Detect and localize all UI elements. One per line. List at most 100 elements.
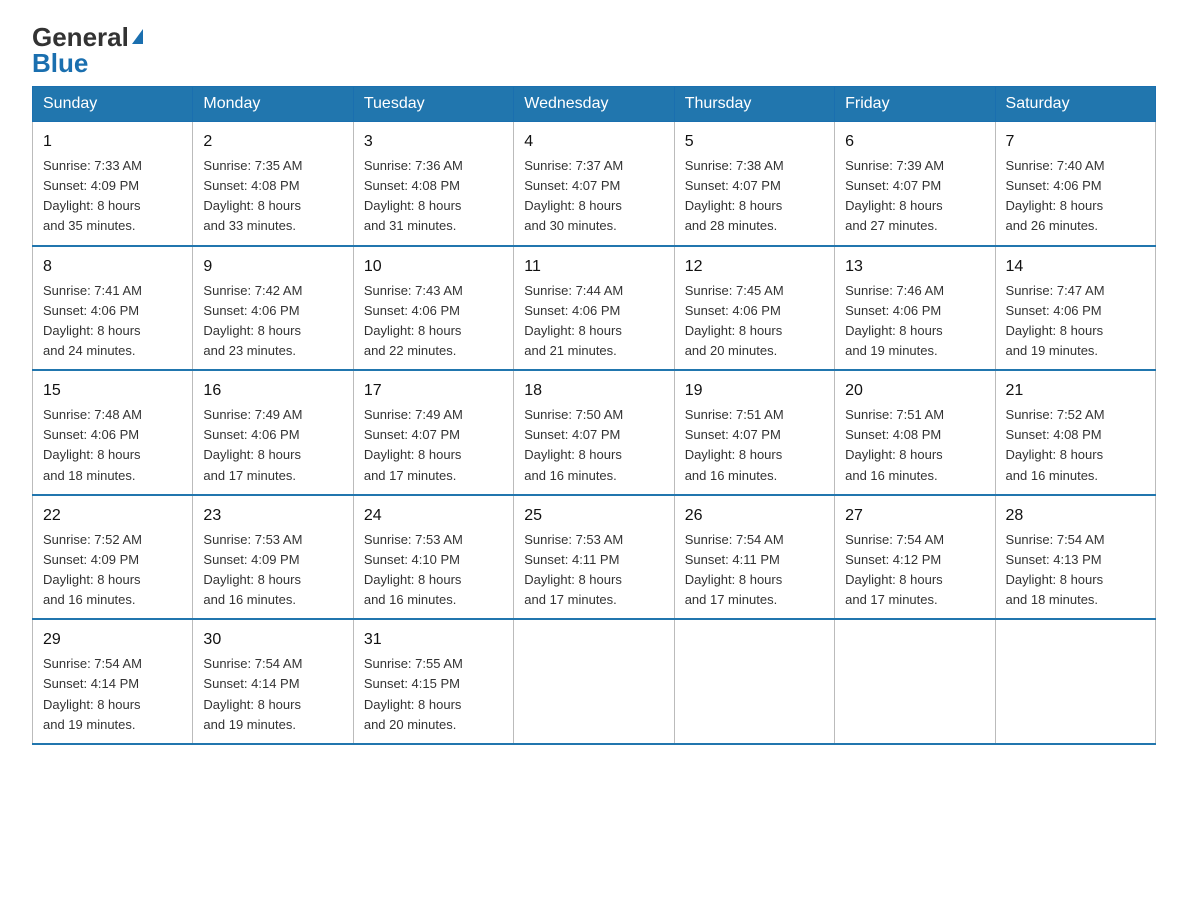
day-info: Sunrise: 7:37 AMSunset: 4:07 PMDaylight:… [524, 156, 663, 237]
calendar-cell: 19Sunrise: 7:51 AMSunset: 4:07 PMDayligh… [674, 370, 834, 495]
calendar-cell: 24Sunrise: 7:53 AMSunset: 4:10 PMDayligh… [353, 495, 513, 620]
day-number: 14 [1006, 255, 1145, 279]
day-info: Sunrise: 7:53 AMSunset: 4:11 PMDaylight:… [524, 530, 663, 611]
column-header-friday: Friday [835, 87, 995, 122]
day-number: 31 [364, 628, 503, 652]
calendar-cell: 8Sunrise: 7:41 AMSunset: 4:06 PMDaylight… [33, 246, 193, 371]
calendar-cell: 20Sunrise: 7:51 AMSunset: 4:08 PMDayligh… [835, 370, 995, 495]
day-number: 15 [43, 379, 182, 403]
logo-triangle-icon [132, 29, 143, 44]
calendar-cell: 14Sunrise: 7:47 AMSunset: 4:06 PMDayligh… [995, 246, 1155, 371]
week-row-5: 29Sunrise: 7:54 AMSunset: 4:14 PMDayligh… [33, 619, 1156, 744]
day-number: 13 [845, 255, 984, 279]
day-number: 12 [685, 255, 824, 279]
week-row-2: 8Sunrise: 7:41 AMSunset: 4:06 PMDaylight… [33, 246, 1156, 371]
day-number: 16 [203, 379, 342, 403]
day-info: Sunrise: 7:53 AMSunset: 4:09 PMDaylight:… [203, 530, 342, 611]
day-number: 26 [685, 504, 824, 528]
day-info: Sunrise: 7:45 AMSunset: 4:06 PMDaylight:… [685, 281, 824, 362]
calendar-cell: 28Sunrise: 7:54 AMSunset: 4:13 PMDayligh… [995, 495, 1155, 620]
day-info: Sunrise: 7:49 AMSunset: 4:07 PMDaylight:… [364, 405, 503, 486]
day-info: Sunrise: 7:39 AMSunset: 4:07 PMDaylight:… [845, 156, 984, 237]
day-number: 28 [1006, 504, 1145, 528]
calendar-cell: 2Sunrise: 7:35 AMSunset: 4:08 PMDaylight… [193, 122, 353, 246]
calendar-cell: 6Sunrise: 7:39 AMSunset: 4:07 PMDaylight… [835, 122, 995, 246]
calendar-cell: 18Sunrise: 7:50 AMSunset: 4:07 PMDayligh… [514, 370, 674, 495]
calendar-cell: 21Sunrise: 7:52 AMSunset: 4:08 PMDayligh… [995, 370, 1155, 495]
day-number: 1 [43, 130, 182, 154]
calendar-header-row: SundayMondayTuesdayWednesdayThursdayFrid… [33, 87, 1156, 122]
day-info: Sunrise: 7:33 AMSunset: 4:09 PMDaylight:… [43, 156, 182, 237]
day-info: Sunrise: 7:54 AMSunset: 4:11 PMDaylight:… [685, 530, 824, 611]
day-number: 23 [203, 504, 342, 528]
day-number: 9 [203, 255, 342, 279]
day-number: 27 [845, 504, 984, 528]
day-number: 30 [203, 628, 342, 652]
calendar-cell: 5Sunrise: 7:38 AMSunset: 4:07 PMDaylight… [674, 122, 834, 246]
week-row-4: 22Sunrise: 7:52 AMSunset: 4:09 PMDayligh… [33, 495, 1156, 620]
day-info: Sunrise: 7:54 AMSunset: 4:13 PMDaylight:… [1006, 530, 1145, 611]
calendar-cell: 11Sunrise: 7:44 AMSunset: 4:06 PMDayligh… [514, 246, 674, 371]
day-number: 18 [524, 379, 663, 403]
day-number: 24 [364, 504, 503, 528]
column-header-monday: Monday [193, 87, 353, 122]
calendar-cell: 10Sunrise: 7:43 AMSunset: 4:06 PMDayligh… [353, 246, 513, 371]
calendar-cell: 31Sunrise: 7:55 AMSunset: 4:15 PMDayligh… [353, 619, 513, 744]
calendar-cell: 25Sunrise: 7:53 AMSunset: 4:11 PMDayligh… [514, 495, 674, 620]
calendar-cell: 17Sunrise: 7:49 AMSunset: 4:07 PMDayligh… [353, 370, 513, 495]
day-info: Sunrise: 7:43 AMSunset: 4:06 PMDaylight:… [364, 281, 503, 362]
day-info: Sunrise: 7:40 AMSunset: 4:06 PMDaylight:… [1006, 156, 1145, 237]
day-number: 11 [524, 255, 663, 279]
day-number: 19 [685, 379, 824, 403]
calendar-cell: 30Sunrise: 7:54 AMSunset: 4:14 PMDayligh… [193, 619, 353, 744]
day-info: Sunrise: 7:47 AMSunset: 4:06 PMDaylight:… [1006, 281, 1145, 362]
day-number: 17 [364, 379, 503, 403]
logo: General Blue [32, 24, 143, 76]
day-number: 25 [524, 504, 663, 528]
column-header-wednesday: Wednesday [514, 87, 674, 122]
calendar-cell: 9Sunrise: 7:42 AMSunset: 4:06 PMDaylight… [193, 246, 353, 371]
day-info: Sunrise: 7:52 AMSunset: 4:08 PMDaylight:… [1006, 405, 1145, 486]
column-header-thursday: Thursday [674, 87, 834, 122]
day-info: Sunrise: 7:54 AMSunset: 4:14 PMDaylight:… [43, 654, 182, 735]
day-number: 21 [1006, 379, 1145, 403]
day-number: 5 [685, 130, 824, 154]
calendar-cell: 23Sunrise: 7:53 AMSunset: 4:09 PMDayligh… [193, 495, 353, 620]
day-info: Sunrise: 7:36 AMSunset: 4:08 PMDaylight:… [364, 156, 503, 237]
calendar-cell [514, 619, 674, 744]
day-number: 22 [43, 504, 182, 528]
day-info: Sunrise: 7:48 AMSunset: 4:06 PMDaylight:… [43, 405, 182, 486]
day-info: Sunrise: 7:51 AMSunset: 4:07 PMDaylight:… [685, 405, 824, 486]
calendar-cell: 7Sunrise: 7:40 AMSunset: 4:06 PMDaylight… [995, 122, 1155, 246]
calendar-cell: 4Sunrise: 7:37 AMSunset: 4:07 PMDaylight… [514, 122, 674, 246]
calendar-cell: 16Sunrise: 7:49 AMSunset: 4:06 PMDayligh… [193, 370, 353, 495]
logo-general-text: General [32, 24, 129, 50]
day-info: Sunrise: 7:55 AMSunset: 4:15 PMDaylight:… [364, 654, 503, 735]
day-number: 7 [1006, 130, 1145, 154]
column-header-sunday: Sunday [33, 87, 193, 122]
day-number: 20 [845, 379, 984, 403]
day-info: Sunrise: 7:54 AMSunset: 4:12 PMDaylight:… [845, 530, 984, 611]
calendar-cell: 15Sunrise: 7:48 AMSunset: 4:06 PMDayligh… [33, 370, 193, 495]
day-info: Sunrise: 7:50 AMSunset: 4:07 PMDaylight:… [524, 405, 663, 486]
day-info: Sunrise: 7:53 AMSunset: 4:10 PMDaylight:… [364, 530, 503, 611]
day-info: Sunrise: 7:46 AMSunset: 4:06 PMDaylight:… [845, 281, 984, 362]
day-info: Sunrise: 7:35 AMSunset: 4:08 PMDaylight:… [203, 156, 342, 237]
calendar-cell: 13Sunrise: 7:46 AMSunset: 4:06 PMDayligh… [835, 246, 995, 371]
calendar-cell: 26Sunrise: 7:54 AMSunset: 4:11 PMDayligh… [674, 495, 834, 620]
calendar-cell: 1Sunrise: 7:33 AMSunset: 4:09 PMDaylight… [33, 122, 193, 246]
logo-blue-text: Blue [32, 50, 88, 76]
page-header: General Blue [32, 24, 1156, 76]
calendar-table: SundayMondayTuesdayWednesdayThursdayFrid… [32, 86, 1156, 745]
week-row-1: 1Sunrise: 7:33 AMSunset: 4:09 PMDaylight… [33, 122, 1156, 246]
calendar-cell [674, 619, 834, 744]
day-info: Sunrise: 7:49 AMSunset: 4:06 PMDaylight:… [203, 405, 342, 486]
calendar-cell: 27Sunrise: 7:54 AMSunset: 4:12 PMDayligh… [835, 495, 995, 620]
calendar-cell [835, 619, 995, 744]
day-number: 3 [364, 130, 503, 154]
day-info: Sunrise: 7:54 AMSunset: 4:14 PMDaylight:… [203, 654, 342, 735]
day-number: 6 [845, 130, 984, 154]
day-number: 2 [203, 130, 342, 154]
calendar-cell: 12Sunrise: 7:45 AMSunset: 4:06 PMDayligh… [674, 246, 834, 371]
day-info: Sunrise: 7:42 AMSunset: 4:06 PMDaylight:… [203, 281, 342, 362]
